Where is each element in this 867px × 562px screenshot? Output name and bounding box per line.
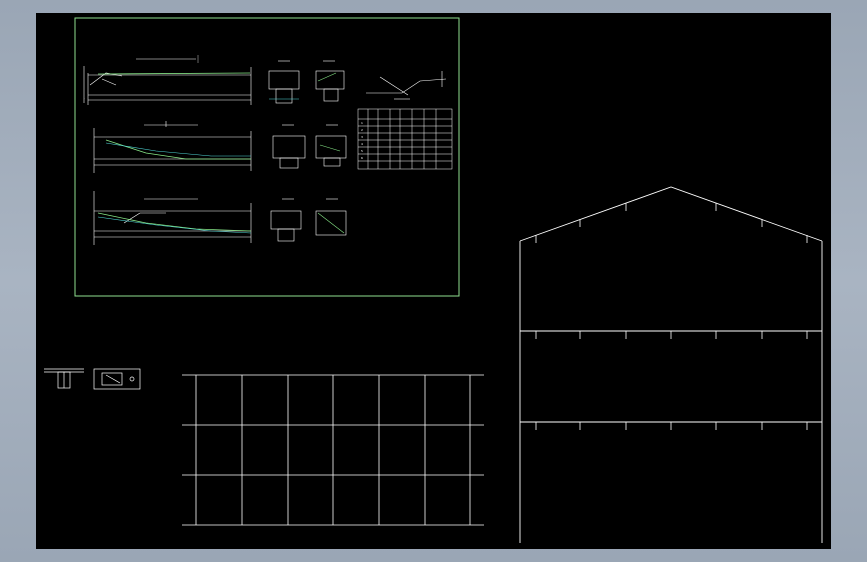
bent-bar-detail[interactable] (366, 71, 447, 100)
table-cell: 4 (361, 142, 363, 146)
beam-1-top-steel (97, 72, 251, 75)
table-cell: 6 (361, 156, 363, 160)
grid-plan[interactable] (182, 374, 484, 526)
beam-1-label: · (84, 96, 85, 100)
table-cell: 2 (361, 128, 363, 132)
cad-drawing-canvas[interactable]: · 1 2 3 4 5 6 (36, 13, 831, 549)
beam-3-bent-bar-b (97, 216, 252, 234)
beam-2-bent-bar-b (105, 142, 251, 157)
drawing-sheet[interactable]: · 1 2 3 4 5 6 (74, 17, 460, 297)
frame-elevation[interactable] (519, 186, 823, 543)
beam-elevation-1[interactable] (83, 55, 252, 105)
beam-3-bent-bar-a (97, 212, 252, 232)
rebar-schedule-table[interactable] (357, 108, 453, 170)
table-cell: 1 (361, 121, 363, 125)
beam-elevation-3[interactable] (93, 191, 252, 245)
section-details-right[interactable] (315, 60, 347, 236)
beam-elevation-2[interactable] (93, 121, 252, 173)
loose-section-a[interactable] (44, 368, 84, 389)
table-cell: 5 (361, 149, 363, 153)
sheet-border (74, 17, 460, 297)
section-details-left[interactable] (268, 60, 306, 242)
loose-section-b[interactable] (93, 368, 141, 390)
table-cell: 3 (361, 135, 363, 139)
frame-ticks (535, 203, 808, 430)
